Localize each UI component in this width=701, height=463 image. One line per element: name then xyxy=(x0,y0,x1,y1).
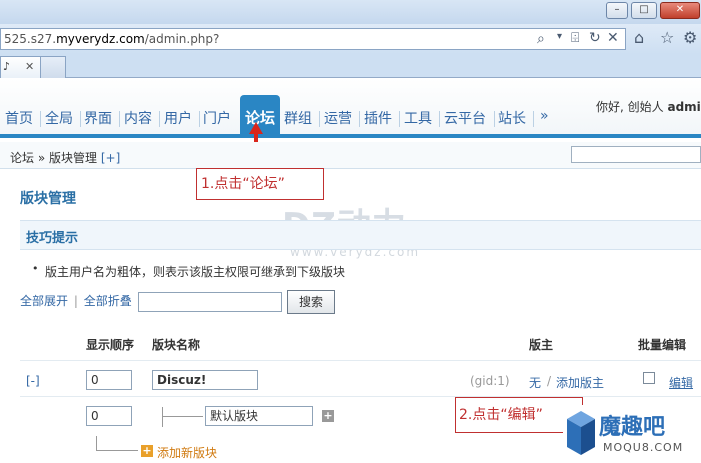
add-moderator-link[interactable]: 添加版主 xyxy=(556,374,604,391)
menu-divider xyxy=(40,111,41,127)
add-forum-icon[interactable]: + xyxy=(141,445,153,457)
address-url: 525.s27.myverydz.com/admin.php? xyxy=(4,32,220,46)
menu-search-input[interactable] xyxy=(571,146,701,163)
menu-item-group[interactable]: 群组 xyxy=(284,108,312,128)
callout-step1: 1.点击“论坛” xyxy=(196,168,324,200)
moderator-none: 无 xyxy=(529,376,542,390)
tip-text: 版主用户名为粗体，则表示该版主权限可继承到下级版块 xyxy=(45,265,346,279)
forum-order-input[interactable]: 0 xyxy=(86,406,132,426)
group-edit-link[interactable]: 编辑 xyxy=(669,374,693,391)
stop-icon[interactable]: ✕ xyxy=(607,30,619,46)
tab-strip: ♪ ✕ xyxy=(0,54,701,78)
menu-item-content[interactable]: 内容 xyxy=(124,108,152,128)
add-subforum-icon[interactable]: + xyxy=(322,410,334,422)
new-tab-button[interactable] xyxy=(40,56,66,78)
row-divider xyxy=(20,396,701,397)
moderator-separator: / xyxy=(547,374,552,388)
menu-item-global[interactable]: 全局 xyxy=(45,108,73,128)
dropdown-icon[interactable]: ▾ xyxy=(557,31,562,42)
tab-title: ♪ xyxy=(3,60,11,73)
menu-item-portal[interactable]: 门户 xyxy=(203,108,231,128)
menu-divider xyxy=(80,111,81,127)
menu-divider xyxy=(439,111,440,127)
home-icon[interactable]: ⌂ xyxy=(634,28,644,47)
breadcrumb-separator: » xyxy=(37,151,46,165)
col-header-moderator: 版主 xyxy=(529,338,554,352)
window-titlebar: – □ ✕ xyxy=(0,0,701,24)
username[interactable]: admi xyxy=(667,100,700,114)
col-header-name: 版块名称 xyxy=(152,338,201,352)
menu-more-button[interactable]: » xyxy=(540,108,549,124)
menu-divider xyxy=(533,111,534,127)
menu-item-cloud[interactable]: 云平台 xyxy=(444,108,486,128)
menu-item-plugin[interactable]: 插件 xyxy=(364,108,392,128)
collapse-all-link[interactable]: 全部折叠 xyxy=(84,294,132,308)
tips-title: 技巧提示 xyxy=(26,231,79,246)
logo-cube-icon xyxy=(567,411,595,455)
tab-close-icon[interactable]: ✕ xyxy=(25,57,34,77)
site-logo: 魔趣吧 MOQU8.COM xyxy=(563,405,701,463)
breadcrumb-root[interactable]: 论坛 xyxy=(10,151,34,165)
breadcrumb: 论坛 » 版块管理 [+] xyxy=(0,142,701,169)
tree-line xyxy=(96,436,97,450)
close-window-button[interactable]: ✕ xyxy=(660,2,700,19)
menu-item-user[interactable]: 用户 xyxy=(164,108,192,128)
menu-item-tools[interactable]: 工具 xyxy=(404,108,432,128)
compat-view-icon[interactable]: ⌹ xyxy=(571,30,579,46)
collapse-toggle[interactable]: [-] xyxy=(26,374,40,388)
favorites-icon[interactable]: ☆ xyxy=(660,28,674,47)
batch-edit-link[interactable]: 批量编辑 xyxy=(638,336,686,353)
tree-line xyxy=(163,416,203,417)
tips-bar: 技巧提示 xyxy=(20,220,701,250)
add-new-forum-link[interactable]: 添加新版块 xyxy=(157,444,217,461)
gear-icon[interactable]: ⚙ xyxy=(683,28,697,47)
page-title: 版块管理 xyxy=(20,191,76,207)
user-greeting: 你好, 创始人 admi xyxy=(596,100,701,114)
group-order-input[interactable]: 0 xyxy=(86,370,132,390)
breadcrumb-current: 版块管理 xyxy=(49,151,98,165)
tree-line xyxy=(162,407,163,427)
menu-divider xyxy=(319,111,320,127)
row-divider xyxy=(20,360,701,361)
toolbar-divider: | xyxy=(73,294,78,308)
forum-search-input[interactable] xyxy=(138,292,282,312)
logo-text: 魔趣吧 xyxy=(599,415,666,440)
menu-divider xyxy=(199,111,200,127)
group-id: (gid:1) xyxy=(470,374,510,388)
tree-toolbar: 全部展开 | 全部折叠 xyxy=(20,292,132,314)
expand-all-link[interactable]: 全部展开 xyxy=(20,294,68,308)
group-name-input[interactable]: Discuz! xyxy=(152,370,258,390)
menu-item-home[interactable]: 首页 xyxy=(5,108,33,128)
search-button[interactable]: 搜索 xyxy=(287,290,335,314)
search-icon[interactable]: ⌕ xyxy=(537,31,545,47)
menu-divider xyxy=(159,111,160,127)
admin-header: 首页 全局 界面 内容 用户 门户 论坛 群组 运营 插件 工具 云平台 站长 … xyxy=(0,78,701,138)
group-checkbox[interactable] xyxy=(643,372,655,384)
logo-subtext: MOQU8.COM xyxy=(603,441,684,454)
maximize-button[interactable]: □ xyxy=(631,2,657,19)
menu-item-webmaster[interactable]: 站长 xyxy=(498,108,526,128)
menu-divider xyxy=(119,111,120,127)
menu-divider xyxy=(494,111,495,127)
minimize-button[interactable]: – xyxy=(606,2,628,19)
col-header-order: 显示顺序 xyxy=(86,338,135,352)
menu-item-style[interactable]: 界面 xyxy=(84,108,112,128)
address-bar[interactable]: 525.s27.myverydz.com/admin.php? ⌕ ▾ ⌹ ↻ … xyxy=(0,28,626,50)
forum-name-input[interactable]: 默认版块 xyxy=(205,406,313,426)
address-row: 525.s27.myverydz.com/admin.php? ⌕ ▾ ⌹ ↻ … xyxy=(0,24,701,54)
refresh-icon[interactable]: ↻ xyxy=(589,30,601,46)
add-shortcut-button[interactable]: [+] xyxy=(101,151,120,165)
tip-bullet: • xyxy=(32,262,39,275)
menu-divider xyxy=(399,111,400,127)
tree-line xyxy=(96,450,138,451)
menu-divider xyxy=(359,111,360,127)
menu-item-operation[interactable]: 运营 xyxy=(324,108,352,128)
